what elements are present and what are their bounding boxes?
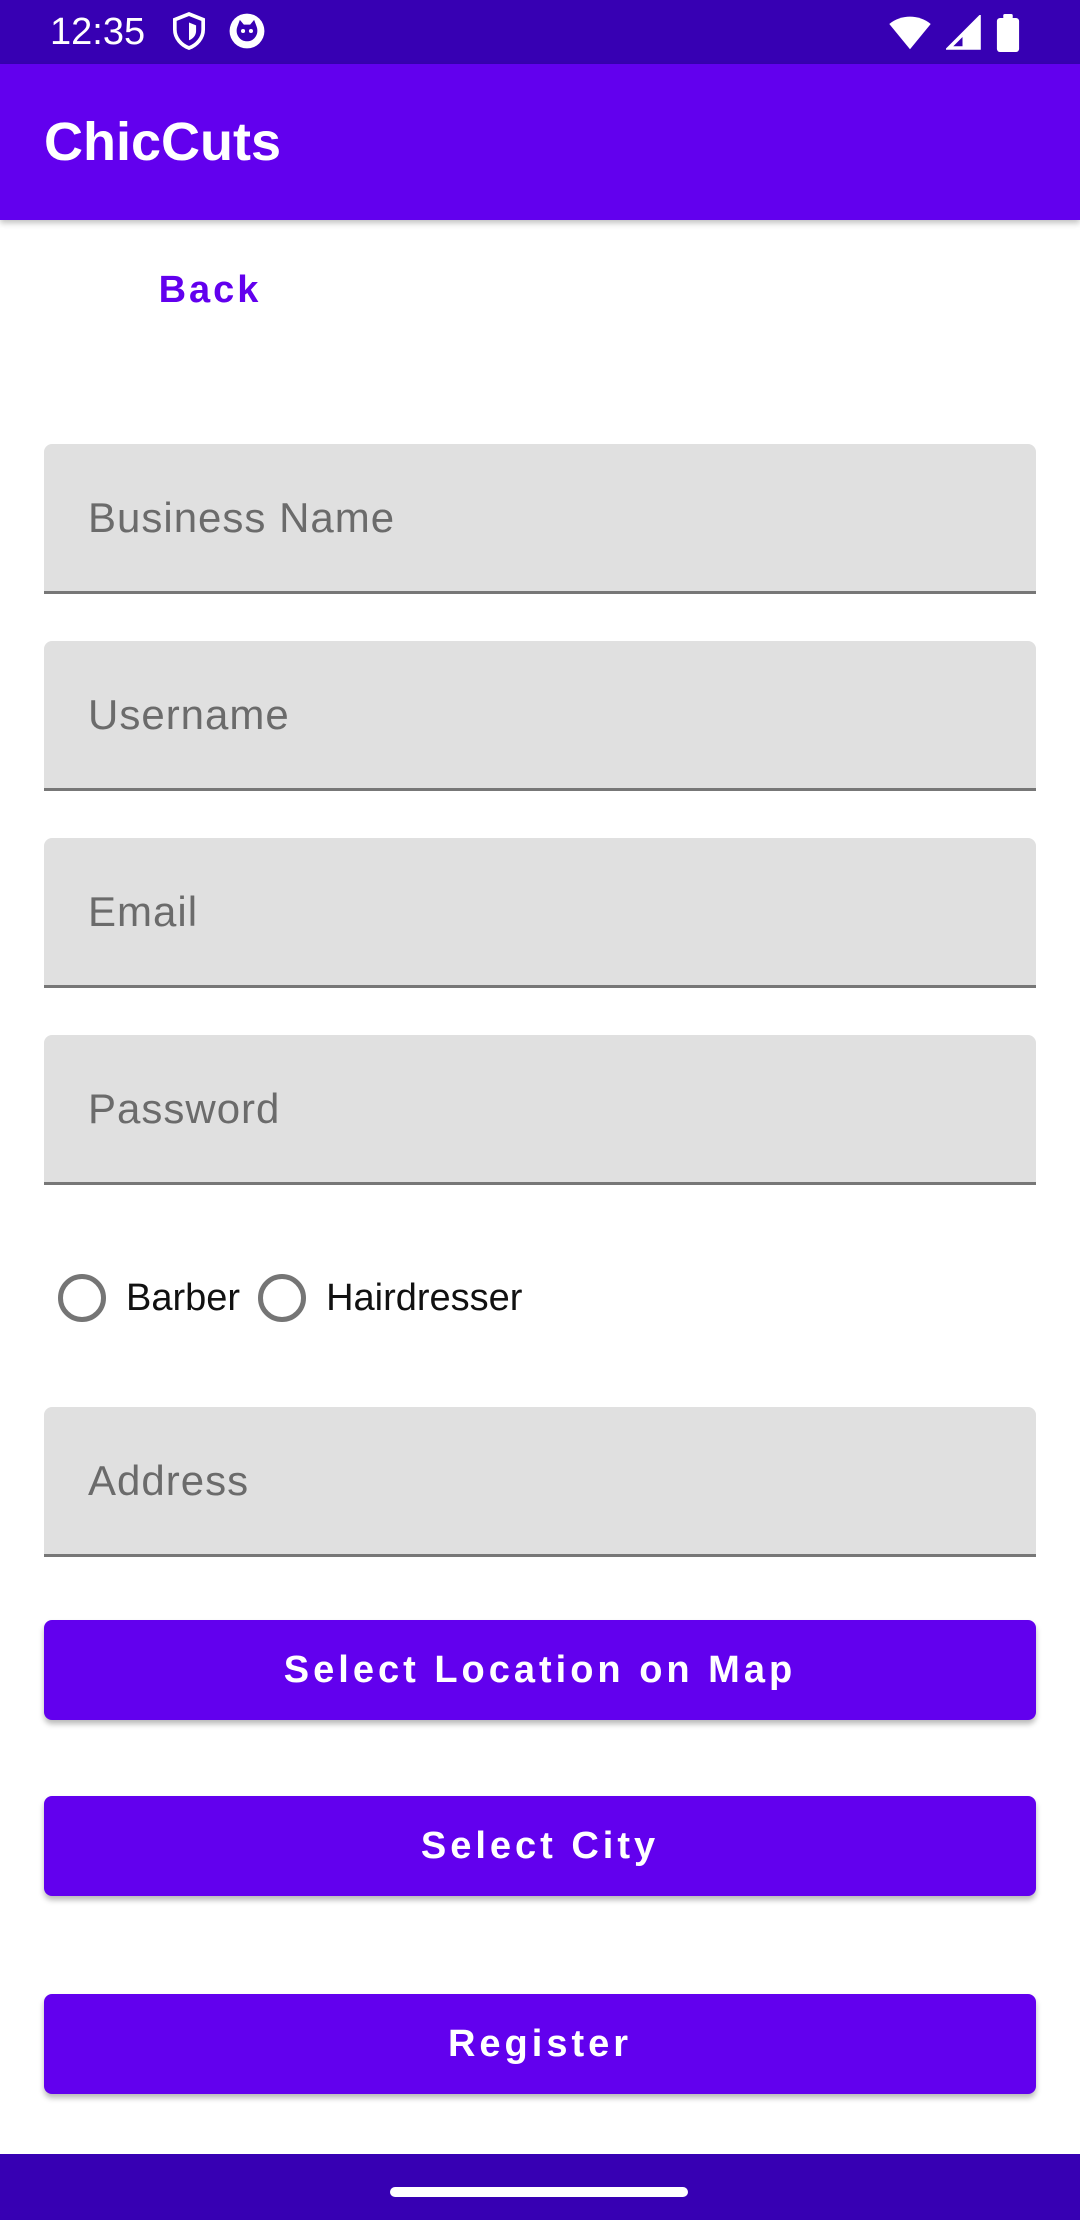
shield-icon: [172, 12, 206, 55]
app-bar: ChicCuts: [0, 64, 1080, 220]
username-input[interactable]: [44, 641, 1036, 788]
business-name-input[interactable]: [44, 444, 1036, 591]
radio-label-barber: Barber: [126, 1276, 241, 1319]
radio-label-hairdresser: Hairdresser: [326, 1276, 523, 1319]
address-field[interactable]: [44, 1407, 1036, 1557]
password-field[interactable]: [44, 1035, 1036, 1185]
status-time: 12:35: [50, 11, 146, 53]
wifi-icon: [888, 15, 932, 56]
back-button[interactable]: Back: [130, 252, 290, 328]
username-field[interactable]: [44, 641, 1036, 791]
select-city-button[interactable]: Select City: [44, 1796, 1036, 1896]
battery-icon: [996, 14, 1020, 57]
status-bar: 12:35: [0, 0, 1080, 64]
role-radio-group: Barber Hairdresser: [58, 1268, 540, 1328]
business-name-field[interactable]: [44, 444, 1036, 594]
radio-button-barber[interactable]: [58, 1274, 106, 1322]
home-gesture-handle[interactable]: [390, 2187, 688, 2197]
navigation-bar: [0, 2154, 1080, 2220]
radio-barber[interactable]: Barber: [58, 1274, 240, 1322]
email-input[interactable]: [44, 838, 1036, 985]
radio-button-hairdresser[interactable]: [258, 1274, 307, 1322]
cellular-signal-icon: [944, 13, 982, 56]
address-input[interactable]: [44, 1407, 1036, 1554]
password-input[interactable]: [44, 1035, 1036, 1182]
select-location-button[interactable]: Select Location on Map: [44, 1620, 1036, 1720]
register-button[interactable]: Register: [44, 1994, 1036, 2094]
email-field[interactable]: [44, 838, 1036, 988]
radio-hairdresser[interactable]: Hairdresser: [258, 1274, 522, 1322]
app-title: ChicCuts: [44, 112, 282, 172]
status-left-icons: [172, 12, 266, 55]
cat-face-icon: [228, 12, 266, 55]
status-right-icons: [888, 13, 1020, 57]
